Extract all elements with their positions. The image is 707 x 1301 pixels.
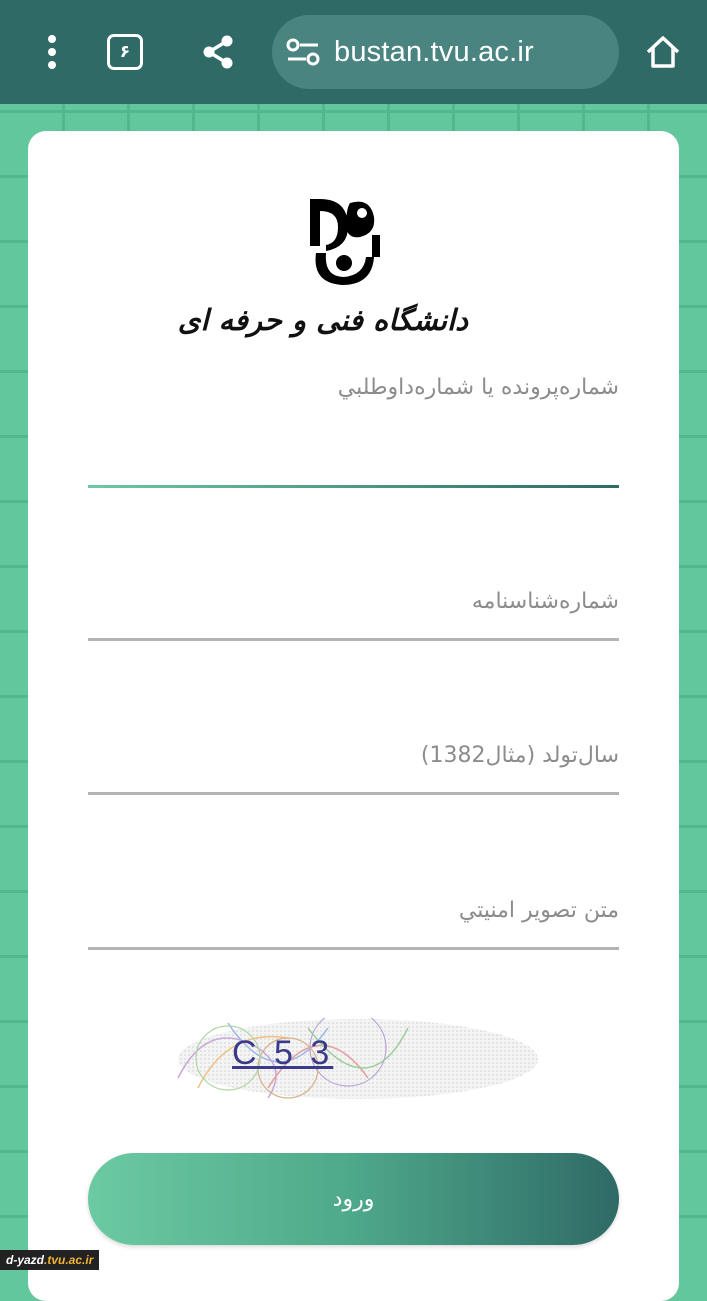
- login-button[interactable]: ورود: [88, 1153, 619, 1245]
- captcha-text: C 5 3: [232, 1034, 334, 1072]
- captcha-input[interactable]: [88, 898, 623, 936]
- site-settings-icon[interactable]: [286, 37, 320, 67]
- url-text: bustan.tvu.ac.ir: [334, 35, 534, 68]
- birth-year-input[interactable]: [88, 743, 623, 781]
- captcha-field[interactable]: متن تصوير امنيتي: [88, 890, 623, 952]
- login-card: دانشگاه فنی و حرفه ای شماره‌پرونده یا شم…: [28, 131, 679, 1301]
- captcha-image: C 5 3: [168, 1009, 538, 1100]
- more-vert-icon[interactable]: [22, 22, 82, 82]
- share-icon[interactable]: [188, 22, 248, 82]
- university-name: دانشگاه فنی و حرفه ای: [177, 303, 468, 337]
- university-logo: دانشگاه فنی و حرفه ای: [177, 191, 468, 361]
- file-number-underline: [88, 485, 619, 488]
- file-number-field[interactable]: شماره‌پرونده یا شماره‌داوطلبي: [88, 371, 623, 491]
- id-number-input[interactable]: [88, 589, 623, 627]
- watermark-prefix: d-yazd: [6, 1253, 45, 1267]
- id-number-underline: [88, 638, 619, 641]
- file-number-label: شماره‌پرونده یا شماره‌داوطلبي: [337, 375, 619, 400]
- browser-toolbar: ۶ bustan.tvu.ac.ir: [0, 0, 707, 104]
- watermark-suffix: .tvu.ac.ir: [44, 1253, 94, 1267]
- site-watermark: d-yazd .tvu.ac.ir: [0, 1250, 100, 1270]
- captcha-underline: [88, 947, 619, 950]
- birth-year-underline: [88, 792, 619, 795]
- tab-count-button[interactable]: ۶: [95, 22, 155, 82]
- home-icon[interactable]: [633, 22, 693, 82]
- id-number-field[interactable]: شماره‌شناسنامه: [88, 581, 623, 643]
- file-number-input[interactable]: [88, 443, 623, 481]
- tab-count-icon: ۶: [107, 34, 143, 70]
- birth-year-field[interactable]: سال‌تولد (مثال1382): [88, 735, 623, 797]
- address-bar[interactable]: bustan.tvu.ac.ir: [272, 15, 619, 89]
